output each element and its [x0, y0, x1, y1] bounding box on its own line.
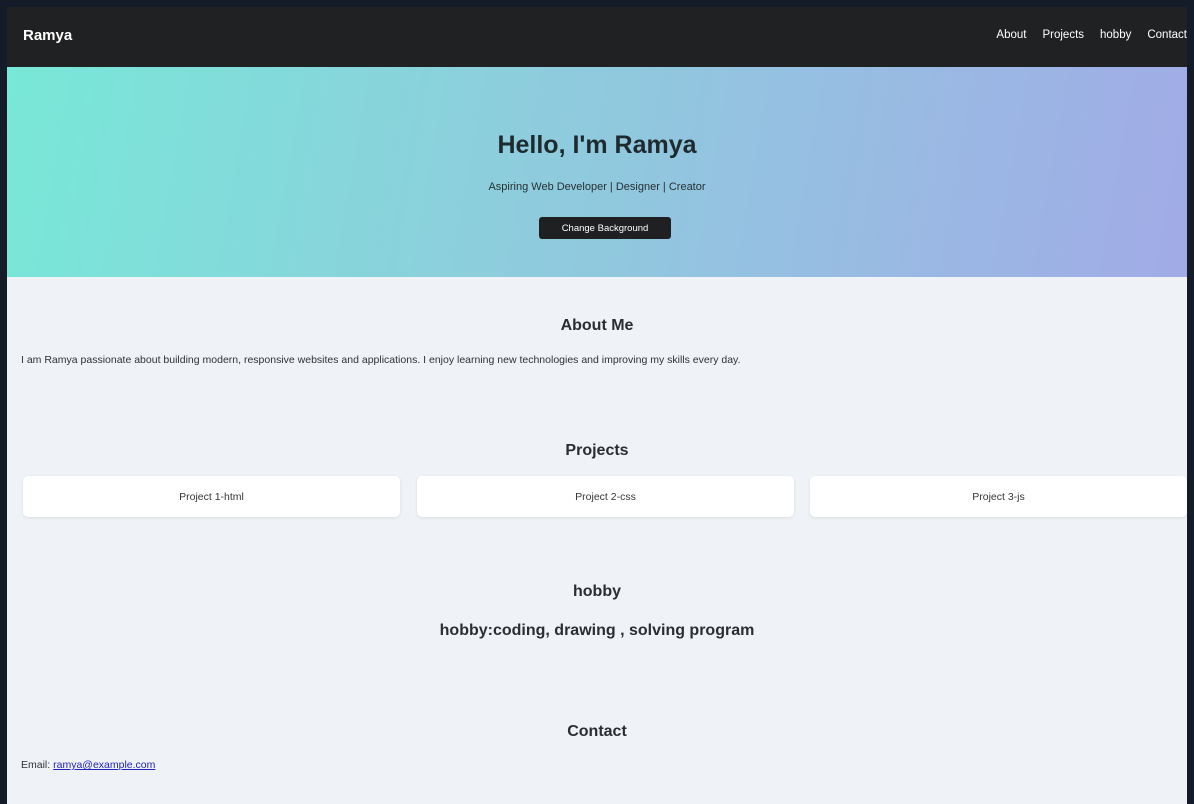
hobby-title: hobby — [573, 583, 621, 600]
about-text: I am Ramya passionate about building mod… — [21, 354, 741, 366]
nav-link-hobby[interactable]: hobby — [1100, 29, 1131, 41]
project-card-1[interactable]: Project 1-html — [23, 476, 400, 517]
portfolio-page: Ramya About Projects hobby Contact Hello… — [7, 7, 1187, 804]
hero-section: Hello, I'm Ramya Aspiring Web Developer … — [7, 67, 1187, 277]
hobby-text: hobby:coding, drawing , solving program — [439, 622, 755, 639]
hero-subtitle: Aspiring Web Developer | Designer | Crea… — [488, 181, 706, 193]
contact-title: Contact — [567, 723, 627, 740]
project-card-3[interactable]: Project 3-js — [810, 476, 1187, 517]
nav-link-about[interactable]: About — [996, 29, 1026, 41]
navbar: Ramya About Projects hobby Contact — [7, 7, 1187, 67]
hero-title: Hello, I'm Ramya — [497, 131, 697, 159]
email-link[interactable]: ramya@example.com — [53, 759, 155, 771]
email-label: Email: — [21, 759, 51, 771]
about-title: About Me — [560, 317, 634, 334]
nav-links: About Projects hobby Contact — [996, 29, 1187, 41]
nav-link-contact[interactable]: Contact — [1147, 29, 1187, 41]
brand-logo[interactable]: Ramya — [23, 27, 72, 44]
contact-email-line: Email: ramya@example.com — [21, 759, 155, 771]
nav-link-projects[interactable]: Projects — [1042, 29, 1084, 41]
change-background-button[interactable]: Change Background — [539, 217, 671, 239]
projects-title: Projects — [565, 442, 629, 459]
project-card-2[interactable]: Project 2-css — [417, 476, 794, 517]
